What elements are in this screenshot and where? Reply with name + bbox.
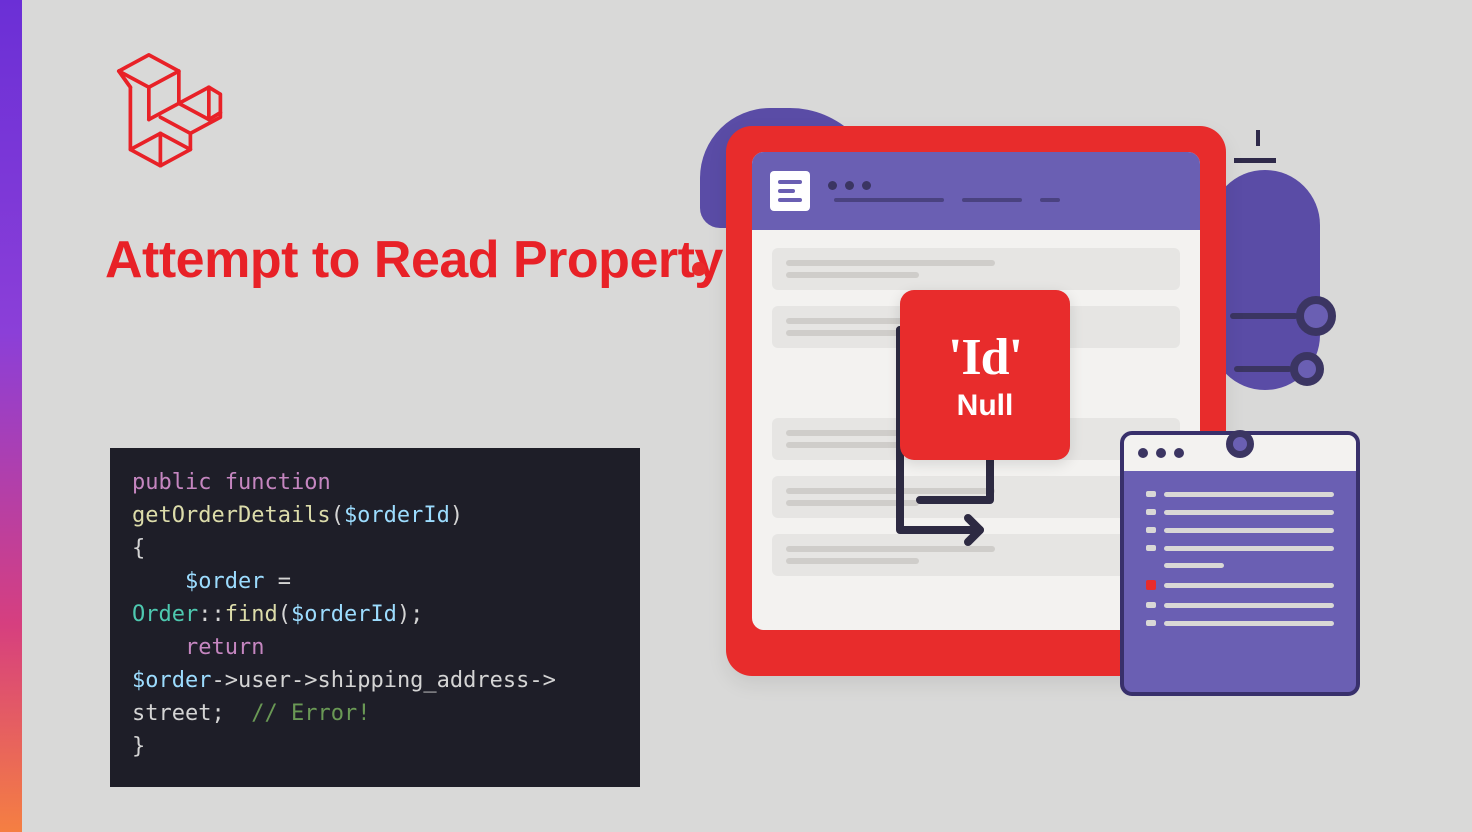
connector-line	[1230, 313, 1298, 319]
decorative-tick	[1234, 158, 1276, 163]
browser-header	[752, 152, 1200, 230]
decorative-tick	[1256, 130, 1260, 146]
header-lines	[834, 198, 1182, 202]
node-icon	[1290, 352, 1324, 386]
laravel-logo	[105, 48, 225, 168]
list-item	[772, 248, 1180, 290]
connector-line	[1234, 366, 1292, 372]
node-icon	[1296, 296, 1336, 336]
error-badge-id: 'Id'	[948, 328, 1022, 387]
error-badge: 'Id' Null	[900, 290, 1070, 460]
side-panel	[1120, 431, 1360, 696]
slider-knob-icon	[1226, 430, 1254, 458]
side-panel-body	[1124, 471, 1356, 658]
window-dots-icon	[828, 181, 1182, 190]
decorative-gradient-bar	[0, 0, 22, 832]
error-badge-null: Null	[957, 389, 1014, 423]
menu-icon	[770, 171, 810, 211]
hero-illustration: 'Id' Null	[660, 90, 1400, 700]
decorative-dot	[692, 262, 706, 276]
code-sample: public function getOrderDetails($orderId…	[110, 448, 640, 787]
